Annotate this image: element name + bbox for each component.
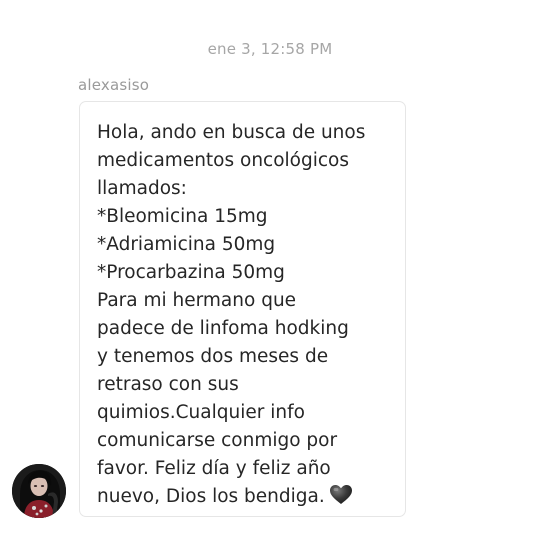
message-bubble[interactable]: Hola, ando en busca de unos medicamentos… — [79, 101, 406, 517]
message-line: retraso con sus — [97, 374, 239, 395]
message-line: *Procarbazina 50mg — [97, 262, 285, 283]
message-line: quimios.Cualquier info — [97, 402, 305, 423]
direct-message-screen: ene 3, 12:58 PM alexasiso Hola, ando en … — [0, 0, 540, 540]
message-line: llamados: — [97, 178, 187, 199]
message-line: medicamentos oncológicos — [97, 150, 350, 171]
message-line-last: nuevo, Dios los bendiga. — [97, 483, 399, 514]
sender-avatar[interactable] — [12, 464, 66, 518]
profile-photo-icon — [12, 464, 66, 518]
message-line-text: nuevo, Dios los bendiga. — [97, 486, 325, 507]
sender-username[interactable]: alexasiso — [78, 76, 149, 94]
message-line: Para mi hermano que — [97, 290, 297, 311]
message-line: *Bleomicina 15mg — [97, 206, 268, 227]
black-heart-icon — [329, 484, 353, 514]
message-line: Hola, ando en busca de unos — [97, 122, 366, 143]
message-line: favor. Feliz día y feliz año — [97, 458, 331, 479]
message-line: y tenemos dos meses de — [97, 346, 329, 367]
message-line: *Adriamicina 50mg — [97, 234, 276, 255]
message-timestamp: ene 3, 12:58 PM — [207, 40, 333, 58]
message-line: padece de linfoma hodking — [97, 318, 349, 339]
message-line: comunicarse conmigo por — [97, 430, 338, 451]
